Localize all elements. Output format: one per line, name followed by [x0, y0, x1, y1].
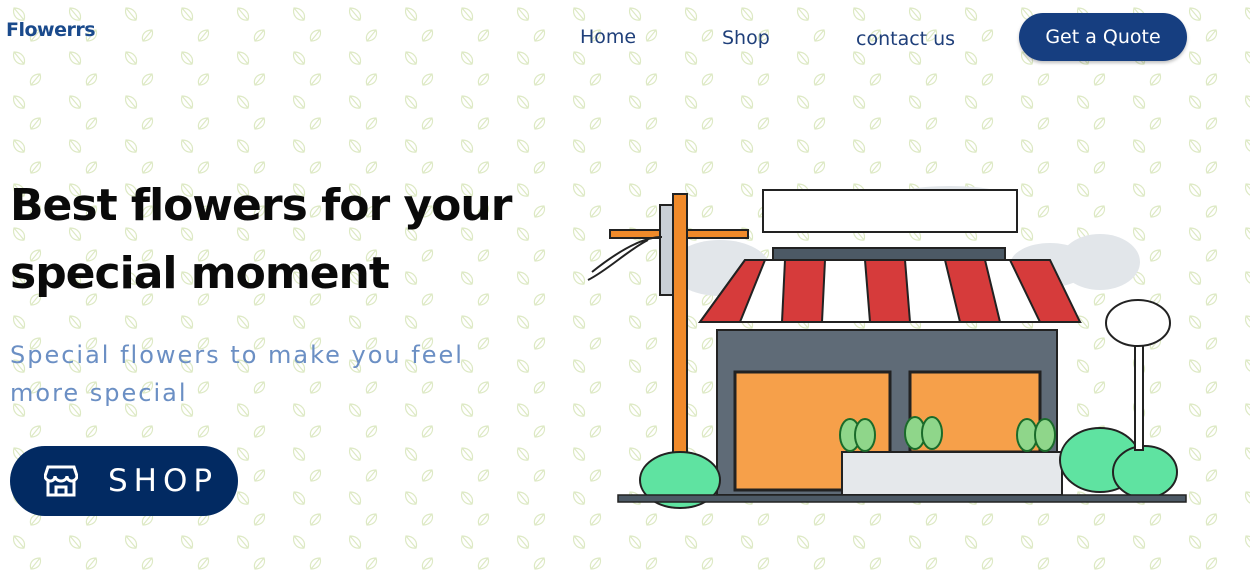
shop-button[interactable]: SHOP [10, 446, 238, 516]
get-a-quote-button[interactable]: Get a Quote [1019, 13, 1187, 61]
hero-title-line1: Best flowers for your [10, 180, 512, 231]
storefront-icon [44, 465, 78, 497]
hero-subtitle-line2: more special [10, 379, 188, 407]
hero-title: Best flowers for your special moment [10, 172, 530, 308]
hero-title-line2: special moment [10, 248, 390, 299]
logo[interactable]: Flowerrs [6, 19, 96, 41]
hero-subtitle: Special flowers to make you feel more sp… [10, 336, 510, 412]
flower-shop-illustration [587, 186, 1187, 509]
shop-button-label: SHOP [108, 463, 219, 499]
hero-subtitle-line1: Special flowers to make you feel [10, 341, 464, 369]
nav-contact-us[interactable]: contact us [856, 28, 955, 50]
nav-shop[interactable]: Shop [722, 27, 770, 49]
nav-home[interactable]: Home [580, 26, 636, 48]
